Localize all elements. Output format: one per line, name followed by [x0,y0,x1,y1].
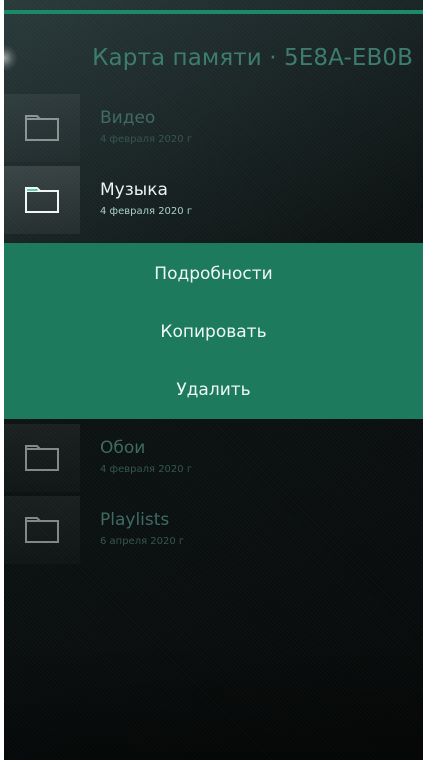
icon-tile [4,166,80,234]
menu-item-copy[interactable]: Копировать [4,303,423,361]
file-name: Playlists [100,510,170,530]
page-title: Карта памяти · 5E8A-EB0B [92,45,413,71]
file-date: 6 апреля 2020 г [100,536,185,547]
file-date: 4 февраля 2020 г [100,206,193,217]
icon-tile [4,424,80,492]
context-menu: Подробности Копировать Удалить [4,243,423,419]
file-date: 4 февраля 2020 г [100,464,193,475]
file-manager-screen: Карта памяти · 5E8A-EB0B Видео 4 февраля… [4,0,423,760]
icon-tile [4,94,80,162]
icon-tile [4,496,80,564]
menu-item-details[interactable]: Подробности [4,245,423,303]
file-name: Видео [100,108,156,128]
pulley-menu-indicator[interactable] [4,44,18,72]
file-date: 4 февраля 2020 г [100,134,193,145]
folder-icon [25,187,59,213]
file-list-item[interactable]: Playlists 6 апреля 2020 г [4,496,423,564]
bottom-fade [4,640,423,760]
folder-icon [25,445,59,471]
file-name: Музыка [100,180,168,200]
folder-icon [25,115,59,141]
top-accent-bar [4,10,423,14]
folder-icon [25,517,59,543]
file-name: Обои [100,438,146,458]
file-list-item[interactable]: Обои 4 февраля 2020 г [4,424,423,492]
file-list-item[interactable]: Видео 4 февраля 2020 г [4,94,423,162]
file-list-item-selected[interactable]: Музыка 4 февраля 2020 г [4,166,423,234]
menu-item-delete[interactable]: Удалить [4,361,423,419]
